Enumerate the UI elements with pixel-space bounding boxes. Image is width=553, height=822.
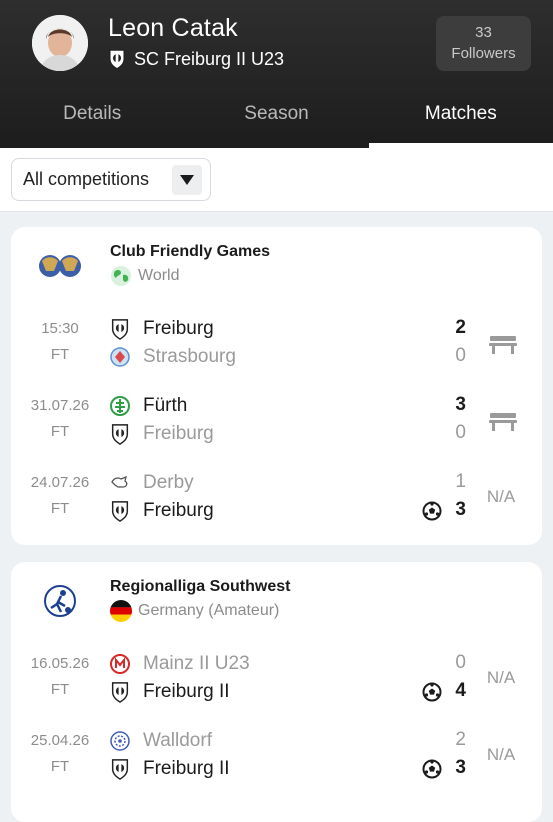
walldorf-crest-icon — [110, 731, 130, 751]
match-status: FT — [50, 500, 70, 517]
tab-details[interactable]: Details — [0, 95, 184, 148]
match-date: 25.04.26 — [30, 732, 90, 749]
away-team: Freiburg — [110, 498, 470, 524]
match-row[interactable]: 31.07.26 FT Fürth Freiburg 3 0 — [11, 393, 542, 451]
player-rating: N/A — [486, 668, 516, 687]
football-icon — [422, 501, 442, 521]
competition-country: World — [110, 265, 180, 287]
away-team: Freiburg — [110, 421, 470, 447]
followers-count: 33 — [475, 24, 492, 41]
home-score: 1 — [455, 471, 466, 492]
match-row[interactable]: 15:30 FT Freiburg Strasbourg 2 0 — [11, 316, 542, 374]
away-team: Freiburg II — [110, 756, 470, 782]
filter-bar: All competitions — [0, 148, 553, 212]
club-friendly-logo-icon — [39, 255, 81, 277]
chevron-down-icon[interactable] — [172, 165, 202, 195]
germany-flag-icon — [110, 600, 132, 622]
freiburg-crest-icon — [110, 500, 130, 522]
player-rating: N/A — [486, 745, 516, 764]
match-date: 24.07.26 — [30, 474, 90, 491]
home-score: 0 — [455, 652, 466, 673]
globe-icon — [111, 266, 131, 286]
away-score: 0 — [455, 422, 466, 443]
away-score: 3 — [455, 757, 466, 778]
away-score: 0 — [455, 345, 466, 366]
competition-name: Club Friendly Games — [110, 243, 271, 260]
freiburg-crest-icon — [110, 758, 130, 780]
match-date: 31.07.26 — [30, 397, 90, 414]
strasbourg-crest-icon — [110, 347, 130, 367]
home-team: Fürth — [110, 393, 470, 419]
away-team: Strasbourg — [110, 344, 470, 370]
away-score: 4 — [455, 680, 466, 701]
home-score: 3 — [455, 394, 466, 415]
competition-country: Germany (Amateur) — [110, 600, 279, 622]
competition-dropdown-label: All competitions — [23, 169, 150, 189]
player-name: Leon Catak — [108, 14, 238, 42]
match-row[interactable]: 24.07.26 FT Derby Freiburg 1 3 N/A — [11, 470, 542, 528]
match-status: FT — [50, 346, 70, 363]
competition-header[interactable]: Club Friendly Games World — [11, 227, 542, 297]
player-header: Leon Catak SC Freiburg II U23 33 Followe… — [0, 0, 553, 148]
fuerth-crest-icon — [110, 396, 130, 416]
away-team: Freiburg II — [110, 679, 470, 705]
player-avatar[interactable] — [32, 15, 88, 71]
competition-header[interactable]: Regionalliga Southwest Germany (Amateur) — [11, 562, 542, 632]
derby-crest-icon — [111, 475, 128, 488]
match-date: 15:30 — [41, 320, 79, 337]
bench-icon — [488, 333, 518, 355]
followers-label: Followers — [451, 45, 516, 62]
home-score: 2 — [455, 729, 466, 750]
competition-card: Regionalliga Southwest Germany (Amateur)… — [11, 562, 542, 822]
bench-icon — [488, 410, 518, 432]
tab-matches[interactable]: Matches — [368, 95, 553, 148]
home-score: 2 — [455, 317, 466, 338]
football-icon — [422, 759, 442, 779]
home-team: Derby — [110, 470, 470, 496]
freiburg-crest-icon — [110, 423, 130, 445]
away-score: 3 — [455, 499, 466, 520]
regionalliga-logo-icon — [44, 585, 76, 617]
football-icon — [422, 682, 442, 702]
freiburg-crest-icon — [108, 48, 126, 70]
match-status: FT — [50, 758, 70, 775]
competition-dropdown[interactable]: All competitions — [11, 158, 211, 201]
club-link[interactable]: SC Freiburg II U23 — [108, 48, 284, 70]
followers-badge[interactable]: 33 Followers — [436, 16, 531, 71]
home-team: Freiburg — [110, 316, 470, 342]
player-rating: N/A — [486, 487, 516, 506]
tab-bar: Details Season Matches — [0, 95, 553, 148]
club-name: SC Freiburg II U23 — [134, 48, 285, 69]
competition-card: Club Friendly Games World 15:30 FT Freib… — [11, 227, 542, 545]
match-status: FT — [50, 681, 70, 698]
match-row[interactable]: 16.05.26 FT Mainz II U23 Freiburg II 0 4… — [11, 651, 542, 709]
home-team: Mainz II U23 — [110, 651, 470, 677]
competition-name: Regionalliga Southwest — [110, 578, 291, 595]
freiburg-crest-icon — [110, 318, 130, 340]
match-status: FT — [50, 423, 70, 440]
home-team: Walldorf — [110, 728, 470, 754]
match-row[interactable]: 25.04.26 FT Walldorf Freiburg II 2 3 N/A — [11, 728, 542, 786]
tab-season[interactable]: Season — [184, 95, 368, 148]
match-date: 16.05.26 — [30, 655, 90, 672]
freiburg-crest-icon — [110, 681, 130, 703]
mainz-crest-icon — [110, 654, 130, 674]
